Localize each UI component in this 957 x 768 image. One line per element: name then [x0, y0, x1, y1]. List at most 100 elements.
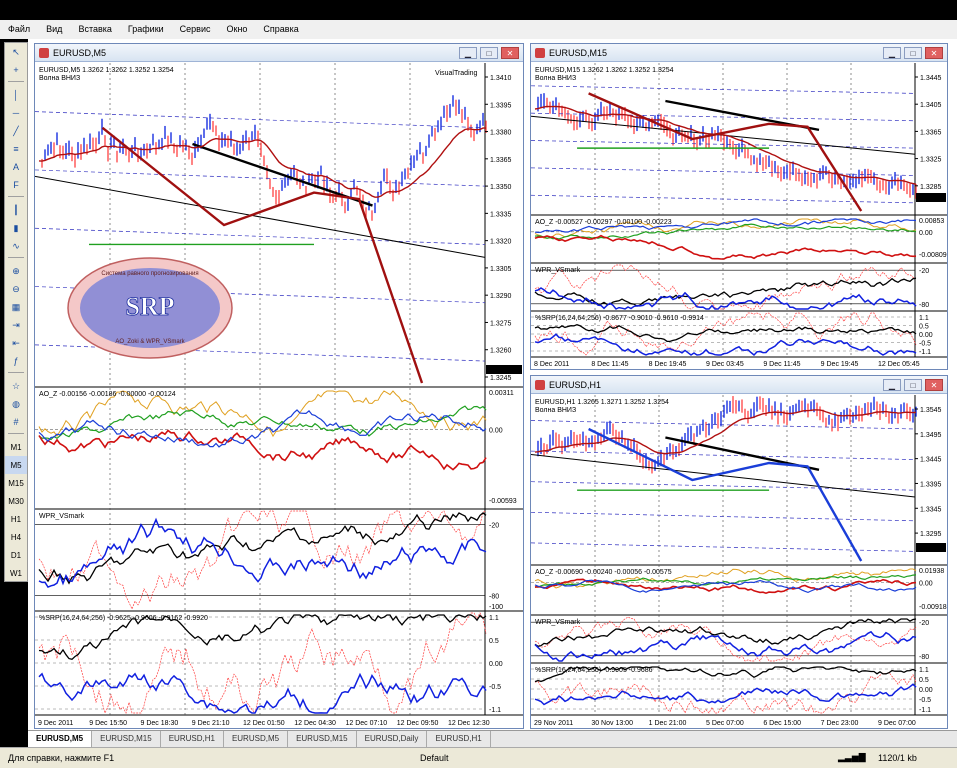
minimize-button[interactable]: ▁ — [459, 47, 477, 59]
tile-windows-icon[interactable]: ▦ — [5, 298, 27, 316]
wave-direction-label: Волна ВНИЗ — [39, 75, 80, 82]
fibo-icon[interactable]: F — [5, 176, 27, 194]
timeframe-m1-button[interactable]: M1 — [5, 438, 27, 456]
time-axis-label: 9 Dec 07:00 — [878, 720, 916, 727]
srp-line-red — [534, 671, 917, 714]
status-bar: Для справки, нажмите F1 Default ▂▃▅▇ 112… — [0, 747, 957, 768]
menu-item[interactable]: Графики — [120, 20, 172, 39]
maximize-button[interactable]: □ — [904, 47, 922, 59]
srp-line-blue — [534, 683, 917, 706]
time-axis-label: 12 Dec 05:45 — [878, 361, 920, 368]
wpr-tick-label: -20 — [919, 268, 929, 275]
time-axis-label: 12 Dec 01:50 — [243, 720, 285, 727]
bar-chart-icon[interactable]: ┃ — [5, 201, 27, 219]
vertical-line-icon[interactable]: │ — [5, 86, 27, 104]
wpr-tick-label: -80 — [919, 302, 929, 309]
connection-bars-icon: ▂▃▅▇ — [838, 752, 866, 762]
indicators-icon[interactable]: ƒ — [5, 352, 27, 370]
close-button[interactable]: ✕ — [925, 379, 943, 391]
srp-indicator-label: %SRP(16,24,64,256) -0.9905 -0.9686 — [535, 667, 653, 674]
menu-item[interactable]: Вид — [38, 20, 70, 39]
chart-window-icon — [535, 379, 545, 390]
crosshair-icon[interactable]: + — [5, 61, 27, 79]
cursor-icon[interactable]: ↖ — [5, 43, 27, 61]
time-axis-label: 12 Dec 07:10 — [346, 720, 388, 727]
wpr-line-red — [38, 510, 487, 610]
price-tick-label: 1.3320 — [490, 239, 512, 246]
channel-line — [35, 227, 486, 245]
srp-tick-label: 1.1 — [919, 667, 929, 674]
symbol-info-label: EURUSD,M15 1.3262 1.3262 1.3252 1.3254 — [535, 67, 674, 74]
chart-shift-icon[interactable]: ⇤ — [5, 334, 27, 352]
line-chart-icon[interactable]: ∿ — [5, 237, 27, 255]
chart-tab[interactable]: EURUSD,M15 — [288, 731, 357, 747]
menu-item[interactable]: Файл — [0, 20, 38, 39]
timeframe-m5-button[interactable]: M5 — [5, 456, 27, 474]
chart-canvas-m15[interactable]: 1.3445 1.3405 1.3365 1.3325 1.3285 1.3254 EURU… — [531, 63, 947, 370]
autoscroll-icon[interactable]: ⇥ — [5, 316, 27, 334]
time-axis-label: 7 Dec 23:00 — [821, 720, 859, 727]
time-axis-label: 9 Dec 03:45 — [706, 361, 744, 368]
price-tick-label: 1.3290 — [490, 293, 512, 300]
chart-window-icon — [535, 47, 545, 58]
timeframe-d1-button[interactable]: D1 — [5, 546, 27, 564]
menu-item[interactable]: Вставка — [70, 20, 119, 39]
time-axis-label: 9 Dec 18:30 — [141, 720, 179, 727]
chart-tab[interactable]: EURUSD,M5 — [224, 731, 289, 747]
favorites-icon[interactable]: ☆ — [5, 377, 27, 395]
menu-item[interactable]: Справка — [255, 20, 306, 39]
templates-icon[interactable]: ◍ — [5, 395, 27, 413]
candles-icon[interactable]: ▮ — [5, 219, 27, 237]
minimize-button[interactable]: ▁ — [883, 379, 901, 391]
window-title: EURUSD,H1 — [549, 379, 602, 390]
window-titlebar[interactable]: EURUSD,M5 — [35, 44, 523, 62]
ao-tick-label: 0.00 — [919, 230, 933, 237]
maximize-button[interactable]: □ — [480, 47, 498, 59]
grid-icon[interactable]: # — [5, 413, 27, 431]
chart-window-m5[interactable]: EURUSD,M5 ▁ □ ✕ 1.3410 1.3395 1.3380 1.3365… — [34, 43, 524, 729]
timeframe-w1-button[interactable]: W1 — [5, 564, 27, 582]
chart-canvas-m5[interactable]: 1.3410 1.3395 1.3380 1.3365 1.3350 1.3335 1.33… — [35, 63, 523, 729]
logo-text: SRP — [125, 292, 174, 321]
chart-window-m15[interactable]: EURUSD,M15 ▁ □ ✕ 1.3445 1.3405 1.3365 1.332… — [530, 43, 948, 370]
timeframe-h1-button[interactable]: H1 — [5, 510, 27, 528]
logo-ring-text: Система равного прогнозирования — [101, 271, 198, 277]
chart-tab[interactable]: EURUSD,M5 — [28, 731, 93, 747]
time-axis-label: 9 Dec 2011 — [38, 720, 73, 727]
chart-tab[interactable]: EURUSD,Daily — [357, 731, 428, 747]
menu-item[interactable]: Сервис — [172, 20, 219, 39]
current-price-label: 1.3254 — [919, 195, 941, 202]
text-icon[interactable]: A — [5, 158, 27, 176]
srp-tick-label: 0.5 — [489, 638, 499, 645]
timeframe-m30-button[interactable]: M30 — [5, 492, 27, 510]
wave-direction-label: Волна ВНИЗ — [535, 75, 576, 82]
ao-indicator-label: AO_Z -0.00690 -0.00240 -0.00056 -0.00575 — [535, 569, 672, 576]
timeframe-mn-button[interactable]: MN — [5, 582, 27, 600]
time-axis-label: 1 Dec 21:00 — [649, 720, 687, 727]
channel-icon[interactable]: ≡ — [5, 140, 27, 158]
close-button[interactable]: ✕ — [501, 47, 519, 59]
timeframe-m15-button[interactable]: M15 — [5, 474, 27, 492]
zoom-in-icon[interactable]: ⊕ — [5, 262, 27, 280]
price-tick-label: 1.3405 — [920, 102, 942, 109]
chart-window-h1[interactable]: EURUSD,H1 ▁ □ ✕ 1.3545 1.3495 1.3445 1.3395… — [530, 375, 948, 729]
toolbar-divider — [8, 81, 24, 84]
horizontal-line-icon[interactable]: ─ — [5, 104, 27, 122]
srp-tick-label: 0.5 — [919, 677, 929, 684]
chart-tab[interactable]: EURUSD,H1 — [427, 731, 491, 747]
minimize-button[interactable]: ▁ — [883, 47, 901, 59]
ao-tick-label: -0.00809 — [919, 252, 947, 259]
menu-item[interactable]: Окно — [219, 20, 256, 39]
wpr-line-black — [534, 618, 917, 647]
timeframe-h4-button[interactable]: H4 — [5, 528, 27, 546]
chart-tab[interactable]: EURUSD,H1 — [161, 731, 224, 747]
chart-tab[interactable]: EURUSD,M15 — [92, 731, 161, 747]
maximize-button[interactable]: □ — [904, 379, 922, 391]
trendline-icon[interactable]: ╱ — [5, 122, 27, 140]
zoom-out-icon[interactable]: ⊖ — [5, 280, 27, 298]
srp-indicator-label: %SRP(16,24,64,256) -0.9625 -0.9606 -0.91… — [39, 615, 208, 622]
chart-canvas-h1[interactable]: 1.3545 1.3495 1.3445 1.3395 1.3345 1.3295 1.32… — [531, 395, 947, 729]
close-button[interactable]: ✕ — [925, 47, 943, 59]
srp-tick-label: -0.5 — [489, 684, 501, 691]
channel-line — [531, 140, 916, 149]
